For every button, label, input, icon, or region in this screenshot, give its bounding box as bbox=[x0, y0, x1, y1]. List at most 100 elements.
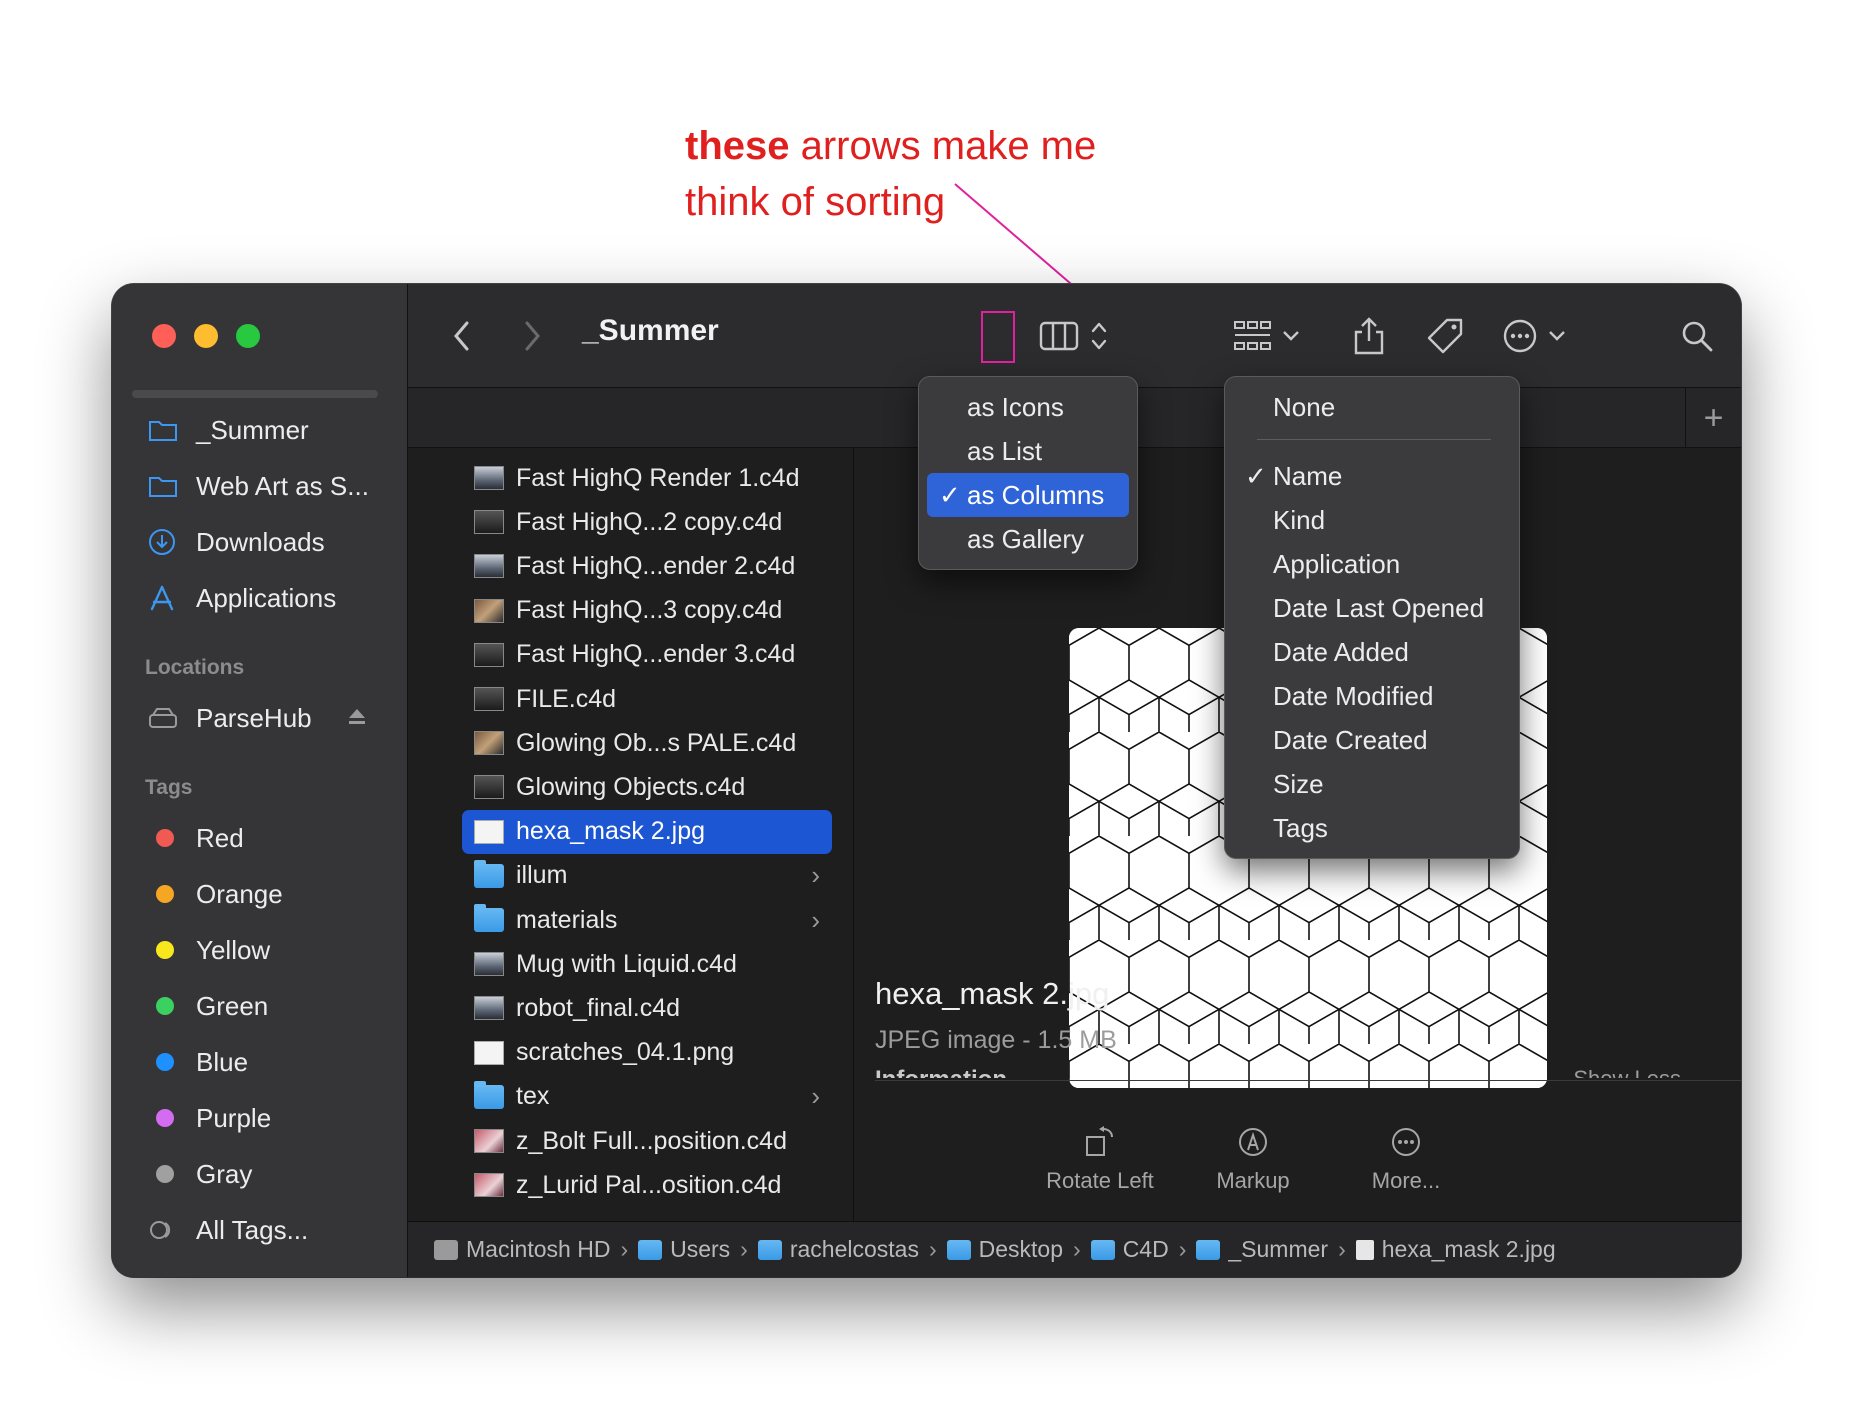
sidebar-item-label: Yellow bbox=[196, 934, 271, 965]
path-item[interactable]: Macintosh HD bbox=[434, 1236, 610, 1263]
sidebar-tag-orange[interactable]: Orange bbox=[148, 874, 283, 914]
sidebar-scrollbar[interactable] bbox=[132, 390, 378, 398]
file-row[interactable]: Fast HighQ...3 copy.c4d bbox=[462, 589, 832, 633]
preview-show-less[interactable]: Show Less bbox=[1573, 1066, 1681, 1078]
rotate-left-button[interactable]: Rotate Left bbox=[1025, 1116, 1175, 1194]
folder-icon bbox=[1196, 1239, 1221, 1260]
file-row[interactable]: robot_final.c4d bbox=[462, 986, 832, 1030]
tag-dot-icon bbox=[156, 941, 174, 959]
path-item[interactable]: Desktop bbox=[946, 1236, 1063, 1263]
view-columns-button[interactable] bbox=[1036, 284, 1082, 388]
sidebar-item-summer[interactable]: _Summer bbox=[148, 410, 309, 450]
sidebar-item-label: All Tags... bbox=[196, 1214, 309, 1245]
file-row[interactable]: Fast HighQ Render 1.c4d bbox=[462, 456, 832, 500]
menu-item-as-gallery[interactable]: as Gallery bbox=[927, 517, 1129, 561]
annotation-line2: think of sorting bbox=[685, 180, 946, 224]
sidebar-item-label: _Summer bbox=[196, 414, 309, 445]
tag-button[interactable] bbox=[1420, 284, 1470, 388]
sidebar-tag-green[interactable]: Green bbox=[148, 986, 268, 1026]
sidebar-item-parsehub[interactable]: ParseHub bbox=[148, 698, 378, 738]
menu-item-tags[interactable]: Tags bbox=[1233, 806, 1511, 850]
menu-item-date-last-opened[interactable]: Date Last Opened bbox=[1233, 586, 1511, 630]
file-name: Fast HighQ...2 copy.c4d bbox=[516, 507, 783, 536]
file-row[interactable]: Fast HighQ...ender 3.c4d bbox=[462, 633, 832, 677]
file-thumbnail-icon bbox=[474, 1129, 504, 1153]
file-row[interactable]: Fast HighQ...ender 2.c4d bbox=[462, 544, 832, 588]
sidebar-item-label: Downloads bbox=[196, 526, 325, 557]
group-by-button[interactable] bbox=[1226, 284, 1306, 388]
forward-button[interactable] bbox=[512, 284, 552, 388]
sidebar-tag-purple[interactable]: Purple bbox=[148, 1098, 271, 1138]
menu-item-date-added[interactable]: Date Added bbox=[1233, 630, 1511, 674]
menu-separator bbox=[1257, 439, 1491, 440]
menu-item-label: as List bbox=[967, 435, 1043, 466]
eject-icon[interactable] bbox=[346, 706, 368, 733]
sidebar-item-web-art[interactable]: Web Art as S... bbox=[148, 466, 369, 506]
file-row[interactable]: scratches_04.1.png bbox=[462, 1031, 832, 1075]
sidebar-all-tags[interactable]: All Tags... bbox=[148, 1210, 308, 1250]
window-title: _Summer bbox=[582, 314, 719, 347]
file-name: robot_final.c4d bbox=[516, 993, 681, 1022]
sidebar-tag-yellow[interactable]: Yellow bbox=[148, 930, 270, 970]
file-thumbnail-icon bbox=[474, 466, 504, 490]
file-row[interactable]: z_Bolt Full...position.c4d bbox=[462, 1119, 832, 1163]
view-options-arrows[interactable] bbox=[1084, 284, 1114, 388]
file-row[interactable]: hexa_mask 2.jpg bbox=[462, 809, 832, 854]
sidebar-tag-blue[interactable]: Blue bbox=[148, 1042, 248, 1082]
menu-item-date-created[interactable]: Date Created bbox=[1233, 718, 1511, 762]
sidebar-tag-red[interactable]: Red bbox=[148, 818, 244, 858]
sidebar-item-label: Web Art as S... bbox=[196, 470, 369, 501]
file-row[interactable]: Glowing Ob...s PALE.c4d bbox=[462, 721, 832, 765]
annotation-bold: these bbox=[685, 124, 790, 168]
menu-item-as-list[interactable]: as List bbox=[927, 429, 1129, 473]
menu-item-date-modified[interactable]: Date Modified bbox=[1233, 674, 1511, 718]
menu-item-as-icons[interactable]: as Icons bbox=[927, 385, 1129, 429]
checkmark-icon: ✓ bbox=[939, 479, 961, 510]
zoom-button[interactable] bbox=[236, 324, 260, 348]
folder-icon bbox=[474, 904, 504, 932]
folder-row[interactable]: tex › bbox=[462, 1075, 832, 1119]
file-row[interactable]: z_Lurid Pal...osition.c4d bbox=[462, 1163, 832, 1207]
sidebar-tag-gray[interactable]: Gray bbox=[148, 1154, 252, 1194]
tag-dot-icon bbox=[156, 1053, 174, 1071]
more-button[interactable]: More... bbox=[1331, 1116, 1481, 1194]
path-item[interactable]: C4D bbox=[1090, 1236, 1169, 1263]
folder-row[interactable]: illum › bbox=[462, 854, 832, 898]
file-row[interactable]: FILE.c4d bbox=[462, 677, 832, 721]
share-button[interactable] bbox=[1344, 284, 1394, 388]
action-button[interactable] bbox=[1494, 284, 1574, 388]
new-tab-button[interactable]: + bbox=[1685, 388, 1741, 448]
path-item-label: hexa_mask 2.jpg bbox=[1381, 1236, 1556, 1262]
search-icon bbox=[1682, 321, 1713, 352]
menu-item-kind[interactable]: Kind bbox=[1233, 498, 1511, 542]
minimize-button[interactable] bbox=[194, 324, 218, 348]
file-thumbnail-icon bbox=[474, 775, 504, 800]
path-item[interactable]: rachelcostas bbox=[757, 1236, 919, 1263]
menu-item-size[interactable]: Size bbox=[1233, 762, 1511, 806]
folder-icon bbox=[148, 418, 188, 442]
sidebar-item-applications[interactable]: Applications bbox=[148, 578, 336, 618]
close-button[interactable] bbox=[152, 324, 176, 348]
path-separator-icon: › bbox=[620, 1236, 629, 1262]
path-item[interactable]: _Summer bbox=[1196, 1236, 1328, 1263]
menu-item-label: Kind bbox=[1273, 504, 1326, 535]
chevron-down-icon bbox=[1283, 331, 1299, 341]
path-item[interactable]: Users bbox=[638, 1236, 730, 1263]
folder-row[interactable]: materials › bbox=[462, 898, 832, 942]
file-row[interactable]: Glowing Objects.c4d bbox=[462, 765, 832, 809]
sidebar-item-downloads[interactable]: Downloads bbox=[148, 522, 325, 562]
file-row[interactable]: Fast HighQ...2 copy.c4d bbox=[462, 500, 832, 544]
tag-icon bbox=[1427, 318, 1463, 354]
path-item[interactable]: hexa_mask 2.jpg bbox=[1355, 1236, 1556, 1263]
menu-item-name[interactable]: ✓ Name bbox=[1233, 454, 1511, 498]
menu-item-as-columns[interactable]: ✓ as Columns bbox=[927, 473, 1129, 517]
sidebar: _Summer Web Art as S... Downloads Applic… bbox=[112, 284, 408, 1277]
file-row[interactable]: Mug with Liquid.c4d bbox=[462, 942, 832, 986]
markup-button[interactable]: Markup bbox=[1178, 1116, 1328, 1194]
search-button[interactable] bbox=[1672, 284, 1722, 388]
back-button[interactable] bbox=[442, 284, 482, 388]
file-name: scratches_04.1.png bbox=[516, 1038, 735, 1067]
menu-item-application[interactable]: Application bbox=[1233, 542, 1511, 586]
path-separator-icon: › bbox=[1338, 1236, 1346, 1262]
menu-item-none[interactable]: None bbox=[1233, 385, 1511, 429]
